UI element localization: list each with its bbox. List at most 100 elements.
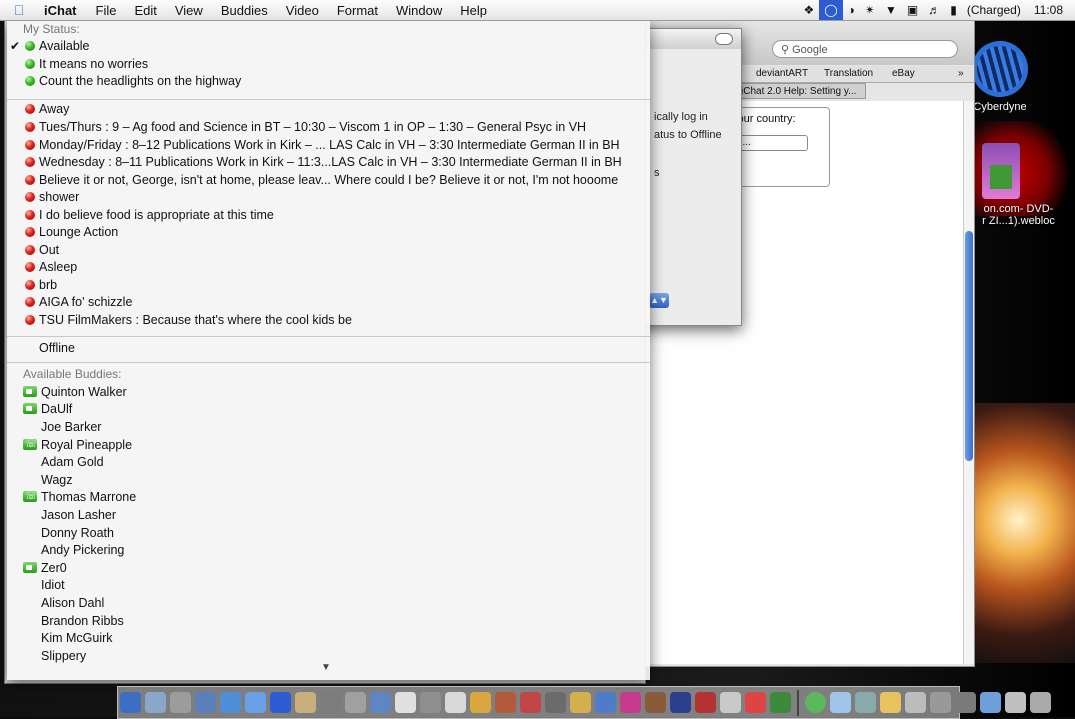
app-icon[interactable]	[645, 692, 666, 713]
scrollbar-thumb[interactable]	[965, 231, 973, 461]
system-preferences-icon[interactable]	[145, 692, 166, 713]
accessibility-icon[interactable]: ◑	[843, 0, 860, 20]
app-icon[interactable]	[745, 692, 766, 713]
ichat-status-menu-icon[interactable]: ◯	[819, 0, 843, 20]
buddy-item[interactable]: Andy Pickering	[7, 541, 650, 559]
app-icon[interactable]	[495, 692, 516, 713]
status-item-away-custom[interactable]: AIGA fo' schizzle	[7, 293, 650, 311]
popup-arrows-icon[interactable]: ▲▼	[649, 293, 669, 308]
menu-buddies[interactable]: Buddies	[212, 3, 277, 18]
printer-icon[interactable]	[170, 692, 191, 713]
buddy-item[interactable]: Adam Gold	[7, 453, 650, 471]
buddy-item[interactable]: Kim McGuirk	[7, 629, 650, 647]
buddy-item[interactable]: Joe Barker	[7, 418, 650, 436]
iphoto-icon[interactable]	[370, 692, 391, 713]
status-item-offline[interactable]: Offline	[7, 339, 650, 357]
bookmark-translation[interactable]: Translation	[824, 66, 873, 82]
desktop-icon-webloc[interactable]: on.com- DVD- r ZI...1).webloc	[962, 143, 1075, 227]
menu-scroll-down-icon[interactable]: ▼	[321, 662, 331, 673]
safari-icon[interactable]	[220, 692, 241, 713]
app-icon[interactable]	[545, 692, 566, 713]
app-icon[interactable]	[770, 692, 791, 713]
google-search-field[interactable]: ⚲ Google	[772, 40, 958, 58]
battery-status[interactable]: (Charged)	[962, 0, 1026, 20]
buddy-item[interactable]: Brandon Ribbs	[7, 612, 650, 630]
mail-icon[interactable]	[195, 692, 216, 713]
disk-utility-icon[interactable]	[345, 692, 366, 713]
app-icon[interactable]	[520, 692, 541, 713]
cube-app-icon[interactable]	[445, 692, 466, 713]
status-item-away-custom[interactable]: shower	[7, 188, 650, 206]
buddy-item[interactable]: Donny Roath	[7, 524, 650, 542]
app-icon[interactable]	[695, 692, 716, 713]
menu-file[interactable]: File	[87, 3, 126, 18]
battery-icon[interactable]: ▮	[945, 0, 962, 20]
star-app-icon[interactable]	[670, 692, 691, 713]
status-item-available[interactable]: ✔ Available	[7, 37, 650, 55]
status-item-available-custom[interactable]: It means no worries	[7, 55, 650, 73]
app-icon[interactable]	[720, 692, 741, 713]
status-item-away-custom[interactable]: Wednesday : 8–11 Publications Work in Ki…	[7, 153, 650, 171]
folder-icon[interactable]	[980, 692, 1001, 713]
app-icon[interactable]	[855, 692, 876, 713]
country-select[interactable]: e...	[732, 135, 808, 151]
address-book-icon[interactable]	[270, 692, 291, 713]
buddy-item[interactable]: Thomas Marrone	[7, 488, 650, 506]
buddy-item[interactable]: DaUlf	[7, 400, 650, 418]
flower-app-icon[interactable]	[620, 692, 641, 713]
status-item-away-custom[interactable]: Asleep	[7, 258, 650, 276]
status-item-available-custom[interactable]: Count the headlights on the highway	[7, 72, 650, 90]
browser-tab[interactable]: iChat 2.0 Help: Setting y...	[736, 83, 866, 99]
home-folder-icon[interactable]	[1005, 692, 1026, 713]
desktop-icon-cyberdyne[interactable]: Cyberdyne	[961, 30, 1039, 113]
buddy-item[interactable]: Alison Dahl	[7, 594, 650, 612]
menu-window[interactable]: Window	[387, 3, 451, 18]
menu-help[interactable]: Help	[451, 3, 496, 18]
ichat-icon[interactable]	[245, 692, 266, 713]
menu-video[interactable]: Video	[277, 3, 328, 18]
menubar-clock[interactable]: 11:08	[1026, 0, 1075, 20]
bookmark-deviantart[interactable]: deviantART	[756, 66, 808, 82]
document-icon[interactable]	[905, 692, 926, 713]
app-menu-ichat[interactable]: iChat	[38, 3, 87, 18]
buddy-item[interactable]: Wagz	[7, 471, 650, 489]
airport-icon[interactable]: ▼	[880, 0, 902, 20]
display-icon[interactable]: ▣	[902, 0, 923, 20]
textedit-icon[interactable]	[395, 692, 416, 713]
app-icon[interactable]	[880, 692, 901, 713]
status-item-away-custom[interactable]: TSU FilmMakers : Because that's where th…	[7, 311, 650, 329]
status-item-away[interactable]: Away	[7, 100, 650, 118]
finder-icon[interactable]	[120, 692, 141, 713]
script-menu-icon[interactable]: ❖	[798, 0, 819, 20]
volume-icon[interactable]: ♬	[923, 0, 945, 20]
itunes-icon[interactable]	[295, 692, 316, 713]
buddy-item[interactable]: Idiot	[7, 576, 650, 594]
adium-icon[interactable]	[470, 692, 491, 713]
status-item-away-custom[interactable]: Believe it or not, George, isn't at home…	[7, 171, 650, 189]
status-item-away-custom[interactable]: I do believe food is appropriate at this…	[7, 206, 650, 224]
terminal-icon[interactable]	[320, 692, 341, 713]
toolbar-toggle-button[interactable]	[715, 33, 733, 45]
pencil-app-icon[interactable]	[570, 692, 591, 713]
app-icon[interactable]	[595, 692, 616, 713]
document-icon[interactable]	[930, 692, 951, 713]
status-item-away-custom[interactable]: Monday/Friday : 8–12 Publications Work i…	[7, 136, 650, 154]
browser-scrollbar[interactable]	[963, 101, 974, 664]
status-item-away-custom[interactable]: brb	[7, 276, 650, 294]
app-icon[interactable]	[955, 692, 976, 713]
green-app-icon[interactable]	[805, 692, 826, 713]
bluetooth-icon[interactable]: ✴	[860, 0, 880, 20]
chat-window-icon[interactable]	[830, 692, 851, 713]
buddy-item[interactable]: Zer0	[7, 559, 650, 577]
menu-format[interactable]: Format	[328, 3, 387, 18]
trash-icon[interactable]	[1030, 692, 1051, 713]
apple-menu-icon[interactable]: 	[0, 2, 38, 18]
status-item-away-custom[interactable]: Tues/Thurs : 9 – Ag food and Science in …	[7, 118, 650, 136]
status-item-away-custom[interactable]: Out	[7, 241, 650, 259]
buddy-item[interactable]: Quinton Walker	[7, 383, 650, 401]
menu-view[interactable]: View	[166, 3, 212, 18]
menu-edit[interactable]: Edit	[125, 3, 165, 18]
buddy-item[interactable]: Royal Pineapple	[7, 436, 650, 454]
preview-icon[interactable]	[420, 692, 441, 713]
bookmarks-overflow-icon[interactable]: »	[958, 66, 964, 82]
